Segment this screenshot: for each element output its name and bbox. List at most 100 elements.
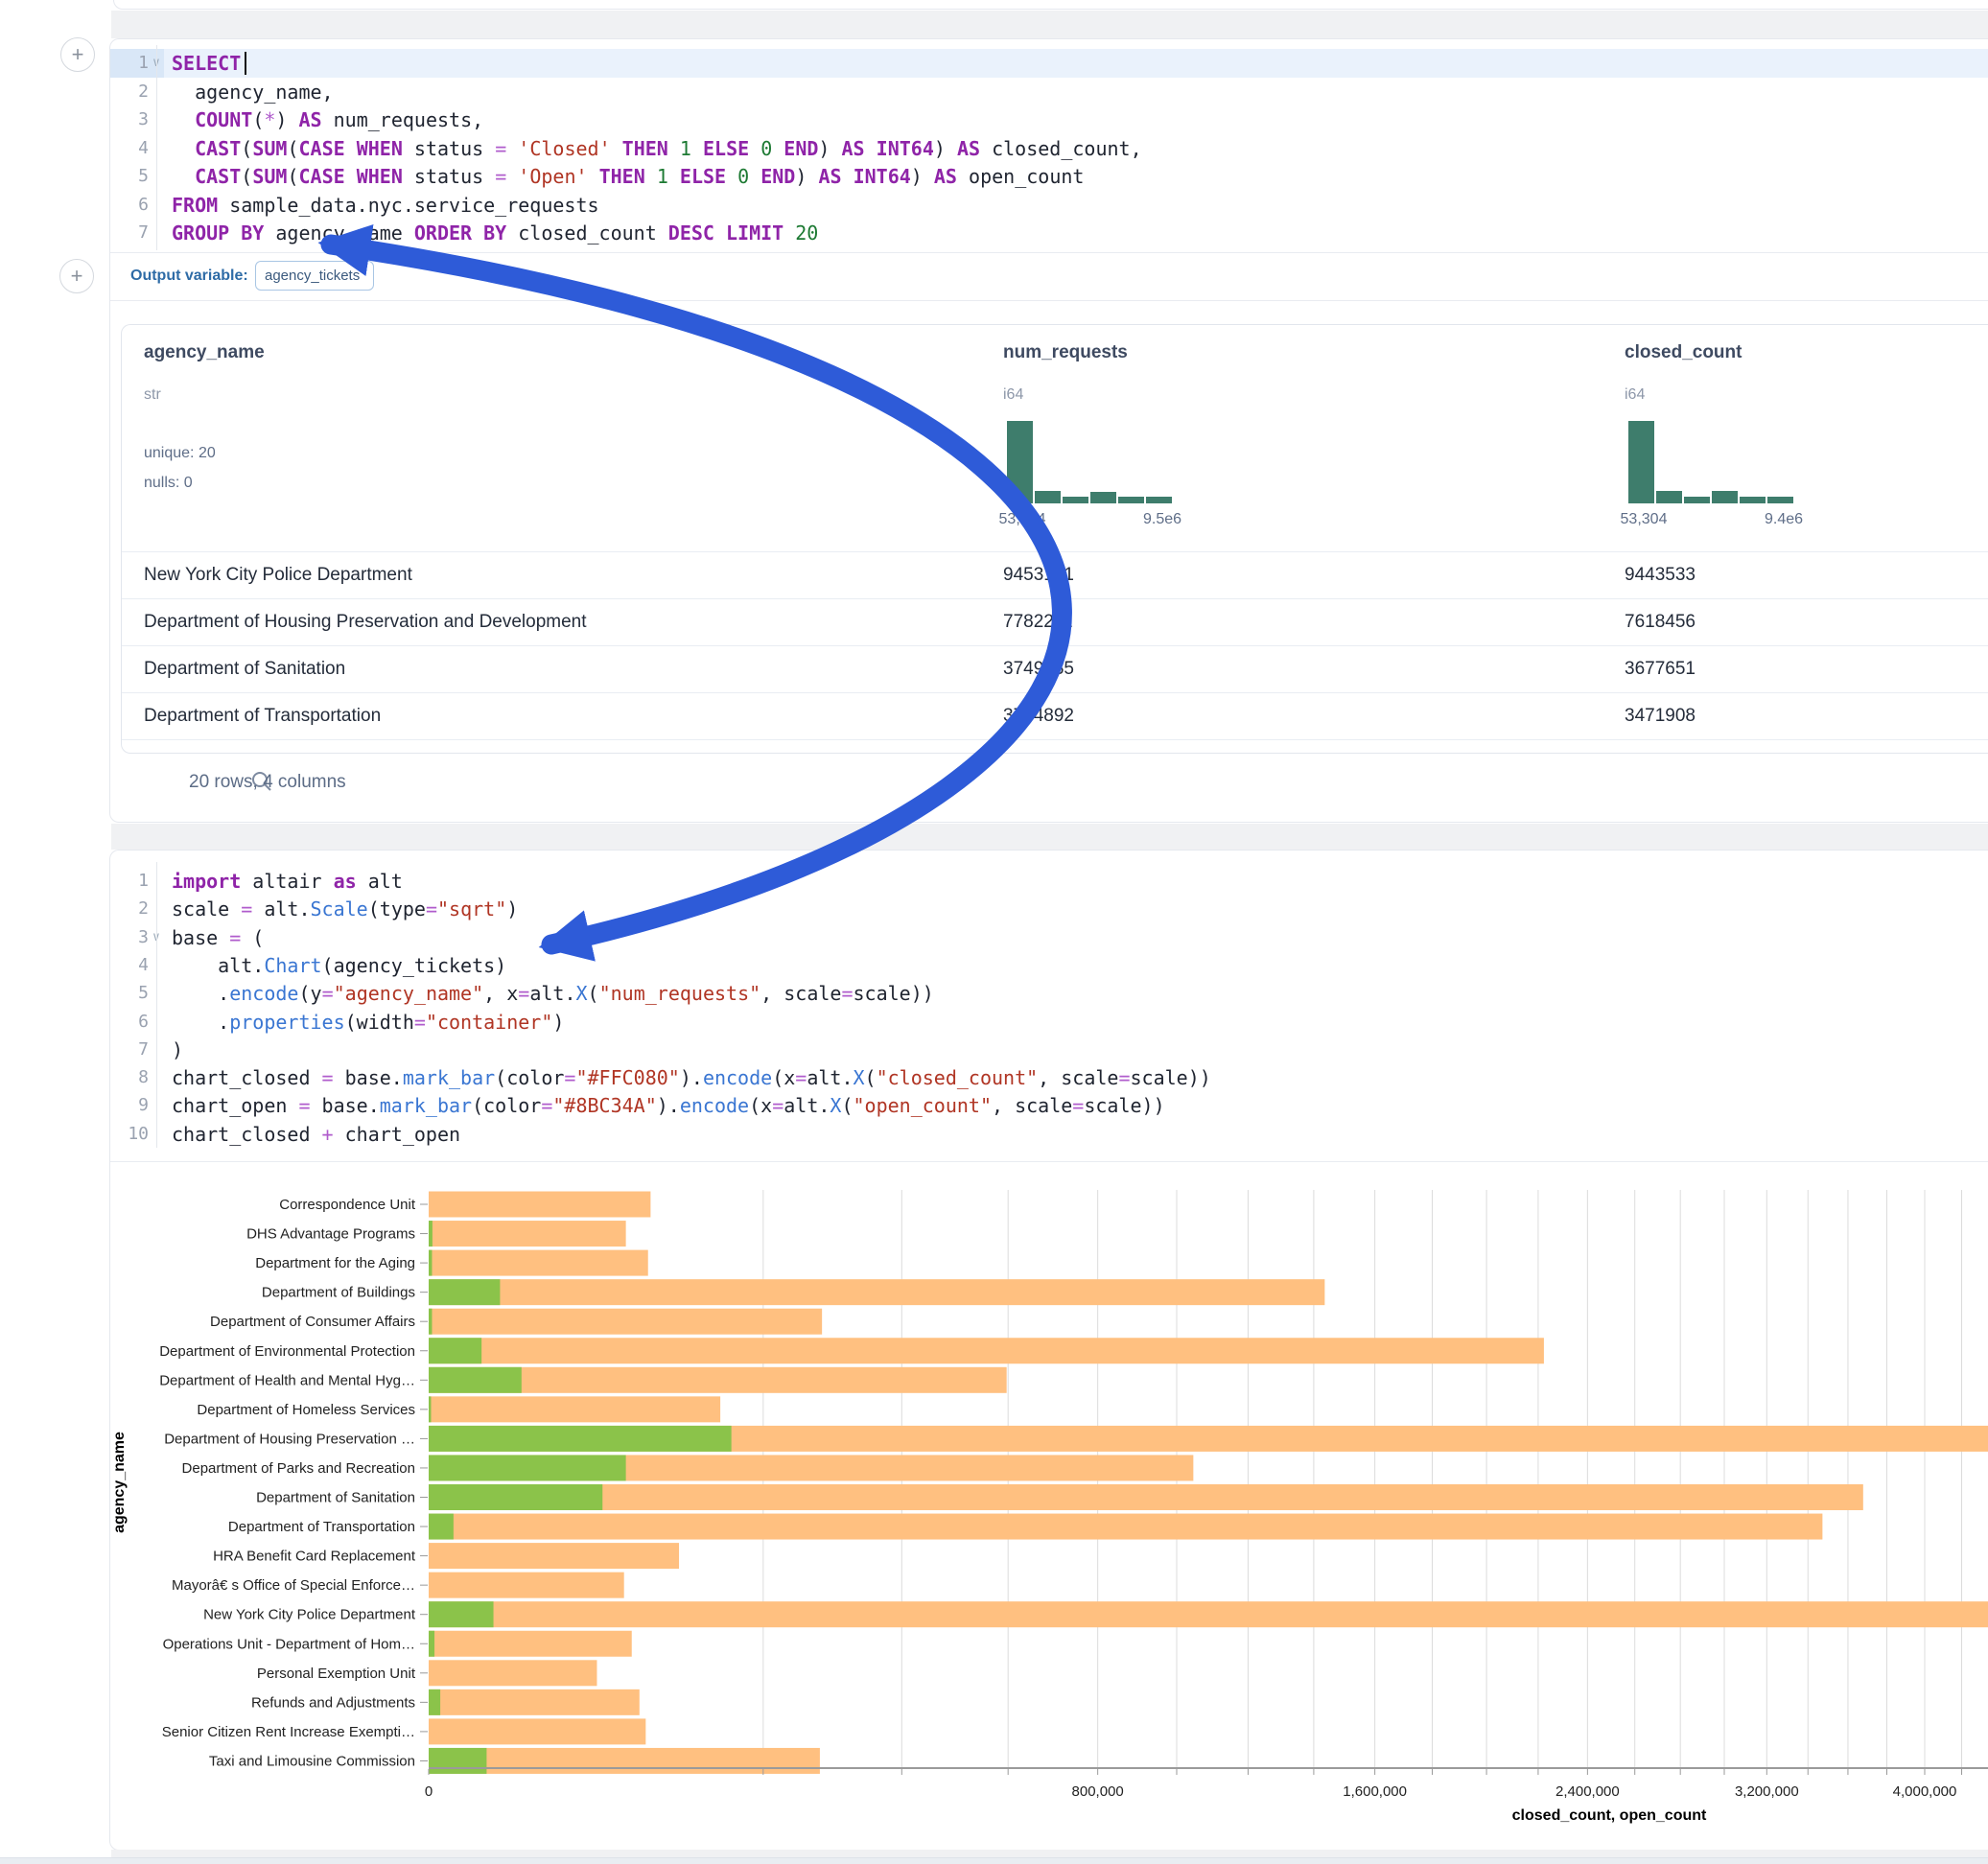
column-header-agency-name[interactable]: agency_name — [144, 342, 265, 363]
code-line[interactable]: 6FROM sample_data.nyc.service_requests — [110, 191, 1988, 220]
cell-agency-name[interactable]: Department of Transportation — [144, 692, 381, 739]
x-tick-label: 800,000 — [1072, 1783, 1124, 1800]
bar-open-count — [429, 1484, 602, 1510]
histogram-min-label: 53,304 — [979, 511, 1065, 528]
code-text: scale = alt.Scale(type="sqrt") — [172, 895, 518, 923]
cell-agency-name[interactable]: Department of Environmental Protection — [144, 739, 468, 754]
code-line[interactable]: 4 alt.Chart(agency_tickets) — [110, 951, 1988, 980]
bar-open-count — [429, 1367, 522, 1393]
code-line[interactable]: 5 .encode(y="agency_name", x=alt.X("num_… — [110, 979, 1988, 1008]
cell-agency-name[interactable]: Department of Sanitation — [144, 645, 345, 692]
divider — [110, 252, 1988, 253]
histogram-max-label: 9.4e6 — [1741, 511, 1827, 528]
line-number: 2 — [110, 78, 149, 106]
histogram-bar — [1090, 492, 1116, 503]
x-tick-label: 2,400,000 — [1555, 1783, 1620, 1800]
bar-closed-count — [429, 1631, 632, 1657]
bar-closed-count — [429, 1221, 626, 1247]
code-line[interactable]: 4 CAST(SUM(CASE WHEN status = 'Closed' T… — [110, 134, 1988, 163]
sql-gutter-divider — [156, 45, 157, 250]
code-line[interactable]: 8 chart_closed = base.mark_bar(color="#FF… — [110, 1063, 1988, 1092]
y-axis-label: Correspondence Unit — [279, 1197, 416, 1213]
python-cell-card: 1import altair as alt2scale = alt.Scale(… — [109, 850, 1988, 1851]
code-line[interactable]: 3 COUNT(*) AS num_requests, — [110, 105, 1988, 134]
y-axis-label: Department for the Aging — [255, 1255, 415, 1271]
line-number: 8 — [110, 1063, 149, 1092]
bar-closed-count — [429, 1250, 648, 1276]
y-axis-label: Department of Homeless Services — [197, 1402, 415, 1418]
python-editor[interactable]: 1import altair as alt2scale = alt.Scale(… — [110, 867, 1988, 1154]
add-cell-button-mid[interactable]: + — [59, 259, 94, 293]
code-text: FROM sample_data.nyc.service_requests — [172, 191, 599, 220]
line-number: 6 — [110, 1008, 149, 1037]
bar-open-count — [429, 1309, 432, 1335]
add-cell-button-top[interactable]: + — [60, 37, 95, 72]
bar-open-count — [429, 1601, 494, 1627]
output-variable-pill[interactable]: agency_tickets — [255, 261, 374, 291]
code-line[interactable]: 3∨base = ( — [110, 923, 1988, 952]
y-axis-label: Senior Citizen Rent Increase Exempti… — [162, 1724, 415, 1740]
code-text: chart_closed = base.mark_bar(color="#FFC… — [172, 1063, 1211, 1092]
code-line[interactable]: 1∨SELECT — [110, 49, 1988, 78]
bar-open-count — [429, 1250, 432, 1276]
code-line[interactable]: 9chart_open = base.mark_bar(color="#8BC3… — [110, 1091, 1988, 1120]
cell-closed-count[interactable]: 7618456 — [1625, 598, 1696, 645]
table-row-count: 20 rows, 4 columns — [189, 772, 346, 793]
code-line[interactable]: 1import altair as alt — [110, 867, 1988, 896]
cell-agency-name[interactable]: Department of Housing Preservation and D… — [144, 598, 587, 645]
cell-num-requests[interactable]: 3774892 — [1003, 692, 1074, 739]
bar-closed-count — [429, 1543, 679, 1569]
y-axis-label: Department of Housing Preservation … — [164, 1431, 415, 1447]
code-line[interactable]: 5 CAST(SUM(CASE WHEN status = 'Open' THE… — [110, 162, 1988, 191]
y-axis-label: Personal Exemption Unit — [257, 1666, 416, 1682]
code-line[interactable]: 2 agency_name, — [110, 78, 1988, 106]
cell-closed-count[interactable]: 2222847 — [1625, 739, 1696, 754]
cell-num-requests[interactable]: 3749485 — [1003, 645, 1074, 692]
code-text: chart_open = base.mark_bar(color="#8BC34… — [172, 1091, 1165, 1120]
cell-agency-name[interactable]: New York City Police Department — [144, 551, 412, 598]
line-number: 3 — [110, 923, 149, 952]
x-tick-label: 3,200,000 — [1735, 1783, 1799, 1800]
code-line[interactable]: 7GROUP BY agency_name ORDER BY closed_co… — [110, 219, 1988, 247]
cell-num-requests[interactable]: 2240041 — [1003, 739, 1074, 754]
cell-num-requests[interactable]: 9453131 — [1003, 551, 1074, 598]
x-axis-title: closed_count, open_count — [1512, 1807, 1707, 1824]
x-tick-label: 1,600,000 — [1343, 1783, 1407, 1800]
line-number: 10 — [110, 1120, 149, 1149]
y-axis-label: Department of Consumer Affairs — [210, 1314, 415, 1330]
histogram-min-label: 53,304 — [1601, 511, 1687, 528]
cell-closed-count[interactable]: 9443533 — [1625, 551, 1696, 598]
bar-closed-count — [429, 1514, 1822, 1540]
code-text: agency_name, — [172, 78, 334, 106]
sql-editor[interactable]: 1∨SELECT2 agency_name,3 COUNT(*) AS num_… — [110, 49, 1988, 252]
histogram-bar — [1035, 491, 1061, 503]
bar-closed-count — [429, 1573, 624, 1598]
cell-closed-count[interactable]: 3677651 — [1625, 645, 1696, 692]
bar-open-count — [429, 1426, 732, 1452]
previous-cell-card — [113, 0, 1988, 10]
code-line[interactable]: 7) — [110, 1036, 1988, 1064]
code-line[interactable]: 10chart_closed + chart_open — [110, 1120, 1988, 1149]
histogram-max-label: 9.5e6 — [1119, 511, 1205, 528]
line-number: 7 — [110, 219, 149, 247]
bar-closed-count — [429, 1279, 1324, 1305]
notebook-page: + + 1∨SELECT2 agency_name,3 COUNT(*) AS … — [0, 0, 1988, 1864]
code-line[interactable]: 2scale = alt.Scale(type="sqrt") — [110, 895, 1988, 923]
cell-closed-count[interactable]: 3471908 — [1625, 692, 1696, 739]
histogram-bar — [1740, 497, 1766, 503]
bar-closed-count — [429, 1718, 645, 1744]
histogram-bar — [1684, 497, 1710, 503]
column-header-closed-count[interactable]: closed_count — [1625, 342, 1742, 363]
cell-num-requests[interactable]: 7782211 — [1003, 598, 1073, 645]
y-axis-label: Mayorâ€ s Office of Special Enforce… — [172, 1577, 415, 1594]
python-gutter-divider — [156, 862, 157, 1148]
histogram-bar — [1146, 497, 1172, 503]
bar-closed-count — [429, 1689, 640, 1715]
histogram-bar — [1767, 497, 1793, 503]
code-line[interactable]: 6 .properties(width="container") — [110, 1008, 1988, 1037]
line-number: 7 — [110, 1036, 149, 1064]
column-header-num-requests[interactable]: num_requests — [1003, 342, 1128, 363]
line-number: 4 — [110, 951, 149, 980]
bar-closed-count — [429, 1484, 1863, 1510]
bar-open-count — [429, 1338, 481, 1363]
